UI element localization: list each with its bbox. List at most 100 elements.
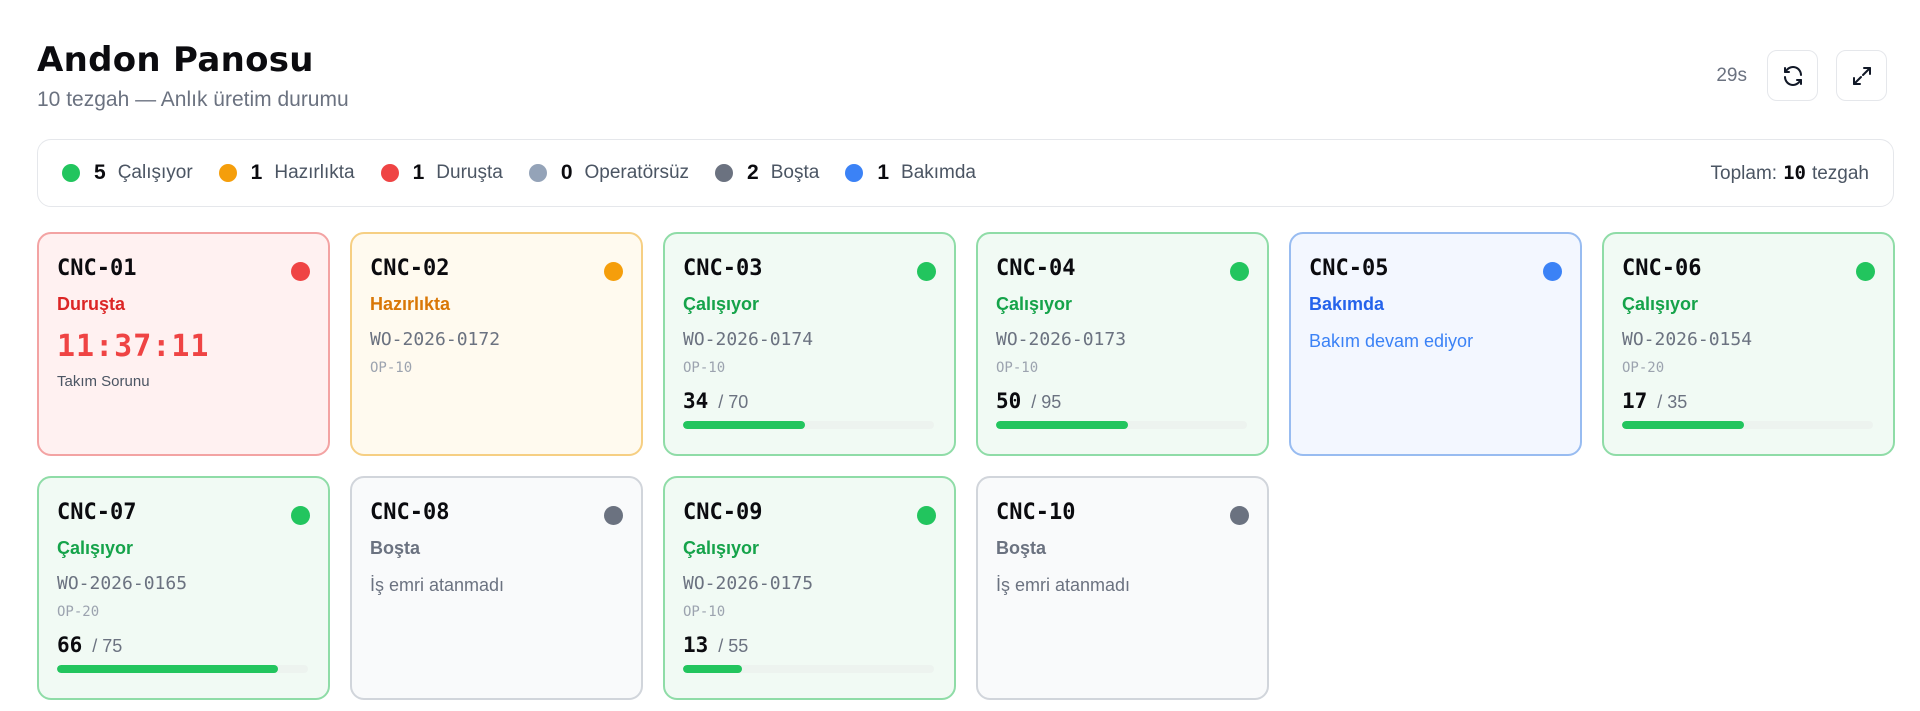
- machine-card[interactable]: CNC-07 Çalışıyor WO-2026-0165 OP-20 66 / 75: [37, 476, 330, 700]
- machine-name: CNC-04: [996, 256, 1076, 281]
- quantity: 13 / 55: [683, 633, 936, 657]
- machine-card[interactable]: CNC-03 Çalışıyor WO-2026-0174 OP-10 34 / 70: [663, 232, 956, 456]
- legend-total-count: 10: [1783, 161, 1806, 184]
- machine-name: CNC-08: [370, 500, 450, 525]
- machine-grid: CNC-01 Duruşta 11:37:11 Takım Sorunu CNC-02 H…: [37, 232, 1895, 700]
- legend-items: 5 Çalışıyor 1 Hazırlıkta 1 Duruşta 0 Operatörsü…: [62, 161, 1002, 185]
- status-dot-icon: [380, 164, 399, 182]
- machine-note: İş emri atanmadı: [996, 575, 1131, 595]
- status-dot-icon: [1856, 262, 1875, 281]
- progress-fill: [57, 665, 278, 673]
- status-dot-icon: [1543, 262, 1562, 281]
- page-title: Andon Panosu: [37, 40, 314, 80]
- machine-status: Bakımda: [1309, 294, 1385, 314]
- work-order: WO-2026-0154: [1622, 329, 1753, 350]
- progress-bar: [996, 421, 1247, 429]
- legend-item: 5 Çalışıyor: [62, 161, 193, 185]
- quantity: 50 / 95: [996, 389, 1249, 413]
- work-order: WO-2026-0165: [57, 573, 188, 594]
- operation: OP-20: [1622, 360, 1665, 376]
- machine-name: CNC-09: [683, 500, 763, 525]
- progress-bar: [57, 665, 308, 673]
- quantity-done: 17: [1622, 389, 1648, 413]
- legend-item: 2 Boşta: [715, 161, 819, 185]
- fullscreen-icon: [1852, 66, 1871, 85]
- legend-count: 0: [560, 161, 573, 184]
- machine-name: CNC-03: [683, 256, 763, 281]
- machine-status: Hazırlıkta: [370, 294, 451, 314]
- machine-card[interactable]: CNC-01 Duruşta 11:37:11 Takım Sorunu: [37, 232, 330, 456]
- work-order: WO-2026-0172: [370, 329, 501, 350]
- status-dot-icon: [917, 262, 936, 281]
- machine-card[interactable]: CNC-02 Hazırlıkta WO-2026-0172 OP-10: [350, 232, 643, 456]
- operation: OP-10: [370, 360, 413, 376]
- status-dot-icon: [291, 262, 310, 281]
- work-order: WO-2026-0174: [683, 329, 814, 350]
- refresh-countdown: 29s: [1716, 64, 1747, 86]
- status-legend: 5 Çalışıyor 1 Hazırlıkta 1 Duruşta 0 Operatörsü…: [37, 139, 1894, 207]
- progress-fill: [1622, 421, 1744, 429]
- machine-card[interactable]: CNC-09 Çalışıyor WO-2026-0175 OP-10 13 / 55: [663, 476, 956, 700]
- refresh-button[interactable]: [1767, 50, 1818, 101]
- status-dot-icon: [1230, 262, 1249, 281]
- status-dot-icon: [715, 164, 734, 182]
- refresh-icon: [1783, 65, 1802, 86]
- legend-total-prefix: Toplam:: [1710, 162, 1778, 184]
- legend-item: 1 Hazırlıkta: [218, 161, 355, 185]
- progress-fill: [683, 421, 805, 429]
- progress-bar: [683, 665, 934, 673]
- work-order: WO-2026-0173: [996, 329, 1127, 350]
- machine-card[interactable]: CNC-10 Boşta İş emri atanmadı: [976, 476, 1269, 700]
- quantity-target: / 35: [1657, 392, 1688, 412]
- quantity-target: / 70: [718, 392, 749, 412]
- status-dot-icon: [62, 164, 80, 182]
- status-dot-icon: [218, 164, 237, 182]
- legend-label: Boşta: [770, 162, 820, 183]
- machine-status: Boşta: [370, 538, 421, 558]
- legend-total-suffix: tezgah: [1811, 162, 1869, 184]
- quantity: 66 / 75: [57, 633, 310, 657]
- machine-card[interactable]: CNC-06 Çalışıyor WO-2026-0154 OP-20 17 / 35: [1602, 232, 1895, 456]
- fullscreen-button[interactable]: [1836, 50, 1887, 101]
- machine-status: Çalışıyor: [683, 538, 760, 558]
- status-dot-icon: [845, 164, 864, 182]
- machine-card[interactable]: CNC-04 Çalışıyor WO-2026-0173 OP-10 50 / 95: [976, 232, 1269, 456]
- progress-fill: [996, 421, 1129, 429]
- machine-name: CNC-06: [1622, 256, 1702, 281]
- status-dot-icon: [1230, 506, 1249, 525]
- legend-label: Hazırlıkta: [274, 162, 355, 183]
- progress-bar: [683, 421, 934, 429]
- legend-item: 1 Duruşta: [380, 161, 503, 185]
- machine-card[interactable]: CNC-08 Boşta İş emri atanmadı: [350, 476, 643, 700]
- status-dot-icon: [604, 506, 623, 525]
- legend-item: 1 Bakımda: [845, 161, 976, 185]
- machine-status: Çalışıyor: [996, 294, 1073, 314]
- quantity-done: 50: [996, 389, 1022, 413]
- machine-note: Bakım devam ediyor: [1309, 331, 1474, 351]
- status-dot-icon: [291, 506, 310, 525]
- progress-fill: [683, 665, 743, 673]
- legend-label: Bakımda: [901, 162, 976, 183]
- legend-count: 5: [94, 161, 106, 184]
- quantity-target: / 55: [718, 636, 749, 656]
- quantity: 34 / 70: [683, 389, 936, 413]
- machine-name: CNC-01: [57, 256, 137, 281]
- machine-name: CNC-05: [1309, 256, 1389, 281]
- page-subtitle: 10 tezgah — Anlık üretim durumu: [37, 88, 349, 111]
- quantity-target: / 75: [92, 636, 123, 656]
- header-actions: 29s: [1716, 50, 1887, 101]
- machine-name: CNC-02: [370, 256, 450, 281]
- operation: OP-10: [996, 360, 1039, 376]
- legend-count: 1: [877, 161, 890, 184]
- legend-count: 1: [250, 161, 263, 184]
- machine-name: CNC-10: [996, 500, 1076, 525]
- legend-count: 2: [747, 161, 759, 184]
- machine-card[interactable]: CNC-05 Bakımda Bakım devam ediyor: [1289, 232, 1582, 456]
- quantity-done: 66: [57, 633, 83, 657]
- machine-name: CNC-07: [57, 500, 137, 525]
- machine-note: İş emri atanmadı: [370, 575, 505, 595]
- operation: OP-10: [683, 604, 726, 620]
- machine-status: Çalışıyor: [1622, 294, 1699, 314]
- status-dot-icon: [917, 506, 936, 525]
- operation: OP-10: [683, 360, 726, 376]
